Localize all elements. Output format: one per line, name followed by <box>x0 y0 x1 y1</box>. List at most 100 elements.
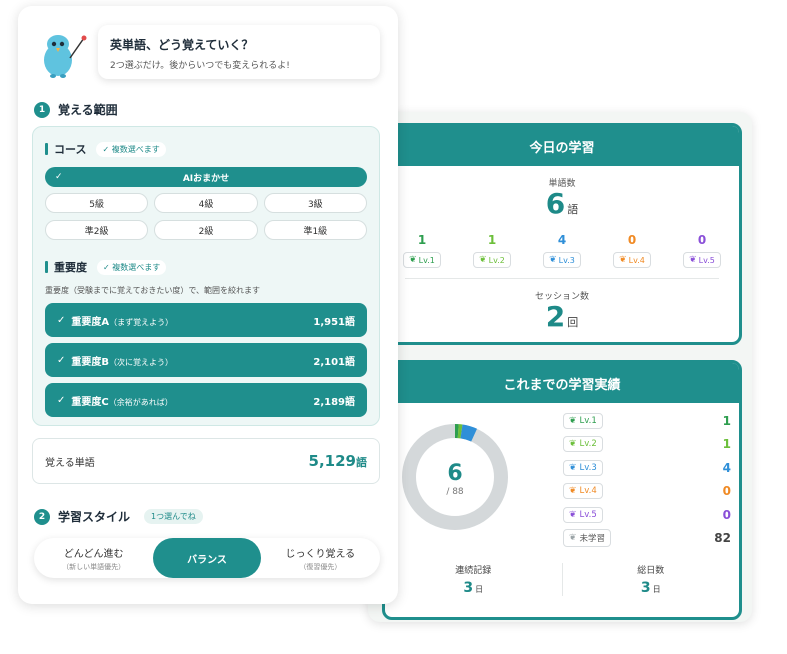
style-option-label: どんどん進む <box>63 548 124 560</box>
ai-course-button[interactable]: ✓ AIおまかせ <box>45 167 367 187</box>
course-header: コース ✓ 複数選べます <box>45 141 166 157</box>
legend-label: 未学習 <box>579 534 606 545</box>
words-count: 6語 <box>385 189 739 225</box>
step2-header: 2 学習スタイル 1つ選んでね <box>34 508 203 525</box>
style-option-sub: （新しい単語優先） <box>62 562 126 571</box>
importance-count: 1,951語 <box>313 316 355 328</box>
today-level-count: 0 <box>697 233 707 247</box>
step2-title: 学習スタイル <box>58 510 131 524</box>
legend-row: ❦ Lv.4 0 <box>563 480 731 504</box>
streak-number: 3 <box>463 580 474 596</box>
style-option-fast[interactable]: どんどん進む （新しい単語優先） <box>34 545 153 572</box>
step1-title: 覚える範囲 <box>58 103 118 117</box>
words-value: 6 <box>545 187 566 220</box>
legend-badge: ❦ 未学習 <box>563 529 612 548</box>
today-level-count: 1 <box>417 233 427 247</box>
course-multi-pill: ✓ 複数選べます <box>96 141 166 157</box>
total-days-label: 総日数 <box>637 566 665 576</box>
legend-value: 82 <box>714 531 731 546</box>
importance-option-a[interactable]: ✓ 重要度A（まず覚えよう） 1,951語 <box>45 303 367 337</box>
grade-grid: 5級 4級 3級準2級 2級 準1級 <box>45 193 367 240</box>
grade-option-2[interactable]: 4級 <box>154 193 258 213</box>
importance-option-b[interactable]: ✓ 重要度B（次に覚えよう） 2,101語 <box>45 343 367 377</box>
check-icon: ✓ <box>55 172 63 182</box>
importance-header: 重要度 ✓ 複数選べます <box>45 259 167 275</box>
grade-option-4[interactable]: 準2級 <box>45 220 149 240</box>
legend-row: ❦ Lv.5 0 <box>563 503 731 527</box>
course-bar <box>45 143 48 155</box>
screen: 今日の学習 単語数 6語 1 ❦ Lv.1 1 ❦ Lv.2 4 ❦ Lv.3 0 ❦ Lv.4 0 ❦ L… <box>0 0 787 654</box>
intro-title: 英単語、どう覚えていく？ <box>110 38 254 52</box>
today-level-2: 1 ❦ Lv.2 <box>461 233 523 268</box>
history-body: 6 / 88 ❦ Lv.1 1 ❦ Lv.2 1 ❦ Lv.3 4 ❦ Lv.4 0 ❦ Lv.5 0 ❦ 未学… <box>385 403 739 617</box>
legend-label: Lv.5 <box>579 509 597 520</box>
legend-badge: ❦ Lv.4 <box>563 483 603 500</box>
total-count: / 88 <box>446 487 464 497</box>
today-level-label: Lv.1 <box>418 255 435 265</box>
step1-number: 1 <box>34 101 50 118</box>
legend-value: 0 <box>722 507 731 522</box>
today-level-count: 4 <box>557 233 567 247</box>
leaf-icon: ❦ <box>569 533 577 544</box>
leaf-icon: ❦ <box>569 462 577 473</box>
today-level-label: Lv.4 <box>628 255 645 265</box>
check-icon: ✓ <box>57 394 66 406</box>
today-level-label: Lv.3 <box>558 255 575 265</box>
legend-label: Lv.1 <box>579 415 597 426</box>
importance-multi-pill: ✓ 複数選べます <box>97 259 167 275</box>
total-days-stat: 総日数 3日 <box>561 563 740 596</box>
today-level-badge: ❦ Lv.1 <box>403 252 441 268</box>
sessions-unit: 回 <box>567 316 579 329</box>
today-level-4: 0 ❦ Lv.4 <box>601 233 663 268</box>
total-words-value: 5,129語 <box>309 452 367 470</box>
today-header: 今日の学習 <box>385 126 739 166</box>
importance-note: （次に覚えよう） <box>109 357 174 367</box>
today-level-badge: ❦ Lv.2 <box>473 252 511 268</box>
importance-note: （まず覚えよう） <box>109 317 174 327</box>
total-days-number: 3 <box>640 580 651 596</box>
step2-pill: 1つ選んでね <box>144 509 203 524</box>
bird-mascot-icon <box>44 35 87 78</box>
total-words-box: 覚える単語 5,129語 <box>32 438 380 484</box>
streak-unit: 日 <box>475 585 484 594</box>
leaf-icon: ❦ <box>549 255 557 265</box>
style-option-label: じっくり覚える <box>285 548 356 560</box>
today-level-count: 1 <box>487 233 497 247</box>
grade-option-1[interactable]: 5級 <box>45 193 149 213</box>
today-level-label: Lv.2 <box>488 255 505 265</box>
intro-bubble: 英単語、どう覚えていく？ 2つ選ぶだけ。後からいつでも変えられるよ! <box>98 25 380 79</box>
check-icon: ✓ <box>57 354 66 366</box>
importance-name: 重要度B（次に覚えよう） <box>71 356 174 368</box>
grade-option-3[interactable]: 3級 <box>263 193 367 213</box>
level-legend: ❦ Lv.1 1 ❦ Lv.2 1 ❦ Lv.3 4 ❦ Lv.4 0 ❦ Lv.5 0 ❦ 未学習 82 <box>563 409 731 550</box>
leaf-icon: ❦ <box>409 255 417 265</box>
legend-badge: ❦ Lv.2 <box>563 436 603 453</box>
legend-badge: ❦ Lv.1 <box>563 412 603 429</box>
leaf-icon: ❦ <box>619 255 627 265</box>
style-option-careful[interactable]: じっくり覚える （復習優先） <box>261 545 380 572</box>
total-words-unit: 語 <box>356 456 367 469</box>
style-option-balance[interactable]: バランス <box>153 538 261 578</box>
importance-option-c[interactable]: ✓ 重要度C（余裕があれば） 2,189語 <box>45 383 367 417</box>
stats-row: 連続記録 3日 総日数 3日 <box>385 563 739 596</box>
today-level-badge: ❦ Lv.3 <box>543 252 581 268</box>
check-icon: ✓ <box>57 314 66 326</box>
today-level-5: 0 ❦ Lv.5 <box>671 233 733 268</box>
today-level-1: 1 ❦ Lv.1 <box>391 233 453 268</box>
grade-option-5[interactable]: 2級 <box>154 220 258 240</box>
learned-count: 6 <box>447 461 463 486</box>
today-level-badge: ❦ Lv.5 <box>683 252 721 268</box>
legend-badge: ❦ Lv.5 <box>563 506 603 523</box>
leaf-icon: ❦ <box>569 509 577 520</box>
today-level-3: 4 ❦ Lv.3 <box>531 233 593 268</box>
legend-value: 0 <box>722 484 731 499</box>
importance-note: （余裕があれば） <box>108 397 173 407</box>
grade-option-6[interactable]: 準1級 <box>263 220 367 240</box>
today-level-count: 0 <box>627 233 637 247</box>
importance-name: 重要度A（まず覚えよう） <box>71 316 174 328</box>
streak-value: 3日 <box>385 580 562 596</box>
total-words-label: 覚える単語 <box>45 457 95 469</box>
leaf-icon: ❦ <box>569 439 577 450</box>
importance-name: 重要度C（余裕があれば） <box>71 396 173 408</box>
legend-label: Lv.3 <box>579 462 597 473</box>
